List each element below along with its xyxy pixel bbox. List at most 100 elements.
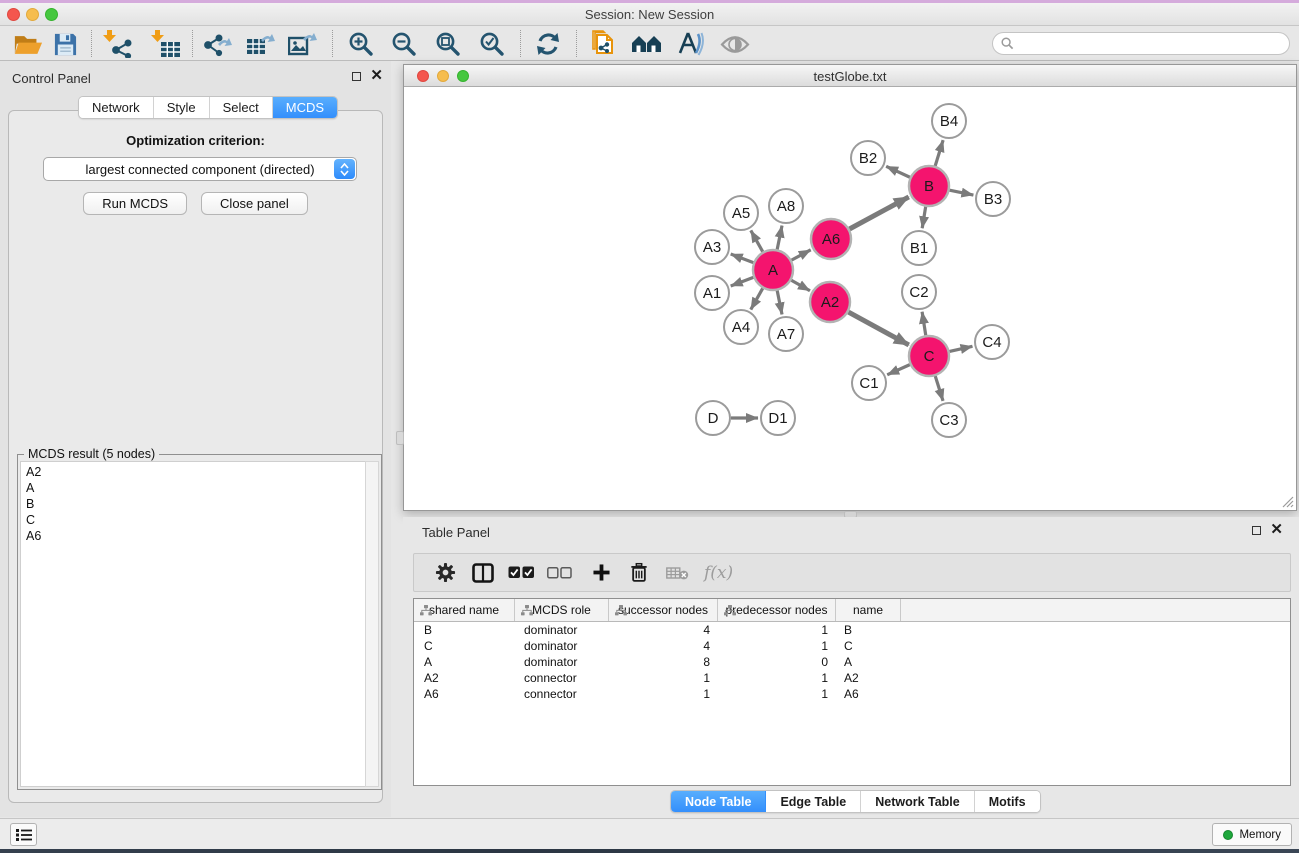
cell-predecessors[interactable]: 1 xyxy=(718,638,836,654)
tab-mcds[interactable]: MCDS xyxy=(273,97,337,118)
close-table-panel-icon[interactable]: ✕ xyxy=(1270,525,1283,535)
table-row[interactable]: Adominator80A xyxy=(414,654,1290,670)
cell-predecessors[interactable]: 1 xyxy=(718,670,836,686)
export-table-button[interactable] xyxy=(241,29,281,59)
cell-shared_name[interactable]: A xyxy=(414,654,515,670)
run-mcds-button[interactable]: Run MCDS xyxy=(83,192,187,215)
cell-successors[interactable]: 4 xyxy=(609,638,718,654)
graph-node-A4[interactable]: A4 xyxy=(724,310,758,344)
cybrowser-home-button[interactable] xyxy=(627,29,667,59)
cell-role[interactable]: dominator xyxy=(515,638,609,654)
graph-edge-A-A8[interactable] xyxy=(777,226,782,250)
tab-network[interactable]: Network xyxy=(79,97,154,118)
tab-style[interactable]: Style xyxy=(154,97,210,118)
result-item[interactable]: B xyxy=(26,496,365,512)
cell-name[interactable]: A2 xyxy=(836,670,901,686)
graph-edge-A-A2[interactable] xyxy=(791,280,810,290)
criterion-dropdown[interactable]: largest connected component (directed) xyxy=(43,157,357,181)
graph-edge-C-C3[interactable] xyxy=(935,376,943,401)
graph-node-C3[interactable]: C3 xyxy=(932,403,966,437)
float-table-panel-icon[interactable] xyxy=(1252,526,1261,535)
graph-node-B4[interactable]: B4 xyxy=(932,104,966,138)
graph-node-C1[interactable]: C1 xyxy=(852,366,886,400)
graph-node-A1[interactable]: A1 xyxy=(695,276,729,310)
hide-labels-button[interactable] xyxy=(670,29,710,59)
splitter-handle-vertical[interactable] xyxy=(396,431,404,445)
cell-shared_name[interactable]: B xyxy=(414,622,515,638)
table-row[interactable]: Bdominator41B xyxy=(414,622,1290,638)
graph-edge-C-C2[interactable] xyxy=(922,312,926,335)
graph-node-C4[interactable]: C4 xyxy=(975,325,1009,359)
show-graphics-details-button[interactable] xyxy=(715,29,755,59)
cell-successors[interactable]: 8 xyxy=(609,654,718,670)
graph-node-B3[interactable]: B3 xyxy=(976,182,1010,216)
graph-edge-B-B1[interactable] xyxy=(922,207,925,229)
graph-node-D[interactable]: D xyxy=(696,401,730,435)
cell-successors[interactable]: 4 xyxy=(609,622,718,638)
search-input[interactable] xyxy=(992,32,1290,55)
graph-edge-C-C1[interactable] xyxy=(887,365,910,375)
graph-node-A[interactable]: A xyxy=(753,250,793,290)
cell-name[interactable]: B xyxy=(836,622,901,638)
node-table[interactable]: shared nameMCDS rolesuccessor nodesprede… xyxy=(413,598,1291,786)
main-titlebar[interactable]: Session: New Session xyxy=(0,3,1299,26)
open-session-button[interactable] xyxy=(8,29,48,59)
cell-predecessors[interactable]: 1 xyxy=(718,686,836,702)
graph-edge-A-A3[interactable] xyxy=(731,254,754,263)
result-list-scrollbar[interactable] xyxy=(365,461,379,787)
column-header-MCDS-role[interactable]: MCDS role xyxy=(515,599,609,621)
table-row[interactable]: A6connector11A6 xyxy=(414,686,1290,702)
function-builder-button[interactable]: f(x) xyxy=(704,563,733,583)
import-network-button[interactable] xyxy=(98,29,138,59)
close-panel-button[interactable]: Close panel xyxy=(201,192,308,215)
save-session-button[interactable] xyxy=(45,29,85,59)
network-overview-button[interactable] xyxy=(585,29,625,59)
graph-edge-B-B2[interactable] xyxy=(886,166,910,177)
graph-node-B1[interactable]: B1 xyxy=(902,231,936,265)
memory-button[interactable]: Memory xyxy=(1212,823,1292,846)
cell-shared_name[interactable]: C xyxy=(414,638,515,654)
graph-edge-A-A4[interactable] xyxy=(751,288,763,309)
delete-table-button[interactable] xyxy=(658,566,696,580)
graph-edge-A-A6[interactable] xyxy=(792,250,811,260)
column-header-successor-nodes[interactable]: successor nodes xyxy=(609,599,718,621)
graph-edge-A2-C[interactable] xyxy=(848,312,908,345)
refresh-button[interactable] xyxy=(528,29,568,59)
column-header-shared-name[interactable]: shared name xyxy=(414,599,515,621)
tab-select[interactable]: Select xyxy=(210,97,273,118)
graph-edge-C-C4[interactable] xyxy=(949,346,972,351)
cell-name[interactable]: A xyxy=(836,654,901,670)
cell-role[interactable]: connector xyxy=(515,686,609,702)
cell-role[interactable]: dominator xyxy=(515,622,609,638)
graph-edge-A-A7[interactable] xyxy=(777,291,782,315)
graph-edge-B-B3[interactable] xyxy=(950,190,974,195)
graph-node-A5[interactable]: A5 xyxy=(724,196,758,230)
column-header-predecessor-nodes[interactable]: predecessor nodes xyxy=(718,599,836,621)
cell-successors[interactable]: 1 xyxy=(609,670,718,686)
export-network-button[interactable] xyxy=(198,29,238,59)
float-panel-icon[interactable] xyxy=(352,72,361,81)
graph-node-A6[interactable]: A6 xyxy=(811,219,851,259)
result-item[interactable]: A6 xyxy=(26,528,365,544)
task-history-button[interactable] xyxy=(10,823,37,846)
cell-name[interactable]: A6 xyxy=(836,686,901,702)
tab-motifs[interactable]: Motifs xyxy=(975,791,1040,812)
graph-node-A7[interactable]: A7 xyxy=(769,317,803,351)
cell-name[interactable]: C xyxy=(836,638,901,654)
graph-node-B[interactable]: B xyxy=(909,166,949,206)
resize-grip-icon[interactable] xyxy=(1281,495,1294,508)
select-all-button[interactable] xyxy=(502,566,540,579)
network-canvas[interactable]: AA1A2A3A4A5A6A7A8BB1B2B3B4CC1C2C3C4DD1 xyxy=(405,88,1297,510)
cell-predecessors[interactable]: 0 xyxy=(718,654,836,670)
export-image-button[interactable] xyxy=(283,29,323,59)
tab-edge-table[interactable]: Edge Table xyxy=(766,791,861,812)
cell-role[interactable]: dominator xyxy=(515,654,609,670)
cell-predecessors[interactable]: 1 xyxy=(718,622,836,638)
column-header-name[interactable]: name xyxy=(836,599,901,621)
graph-node-A8[interactable]: A8 xyxy=(769,189,803,223)
zoom-out-button[interactable] xyxy=(384,29,424,59)
graph-node-A3[interactable]: A3 xyxy=(695,230,729,264)
cell-shared_name[interactable]: A6 xyxy=(414,686,515,702)
result-item[interactable]: A xyxy=(26,480,365,496)
graph-node-A2[interactable]: A2 xyxy=(810,282,850,322)
